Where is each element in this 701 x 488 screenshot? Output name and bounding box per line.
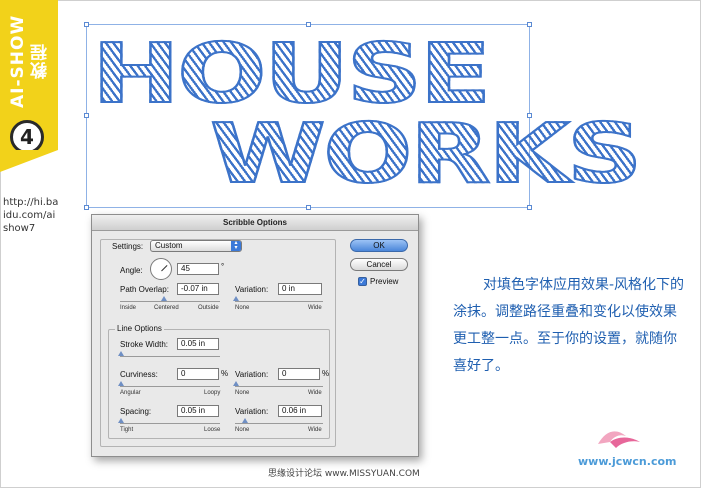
curviness-variation-input[interactable]: 0 — [278, 368, 320, 380]
lesson-number-badge: 4 — [10, 120, 44, 154]
spacing-variation-slider[interactable] — [235, 418, 323, 424]
artwork-text-line-1: HOUSE — [91, 27, 493, 122]
curviness-label: Curviness: — [120, 370, 158, 379]
slider-thumb[interactable] — [233, 296, 239, 301]
angle-dial[interactable] — [150, 258, 172, 280]
stroke-width-label: Stroke Width: — [120, 340, 169, 349]
curviness-unit: % — [221, 369, 229, 378]
angle-label: Angle: — [120, 266, 143, 275]
spacing-input[interactable]: 0.05 in — [177, 405, 219, 417]
cancel-button[interactable]: Cancel — [350, 258, 408, 271]
curviness-variation-label: Variation: — [235, 370, 269, 379]
slider-label-none: None — [235, 427, 250, 433]
settings-label: Settings: — [112, 242, 144, 251]
site-watermark: www.jcwcn.com — [578, 455, 677, 468]
slider-label-inside: Inside — [120, 305, 137, 311]
line-options-title: Line Options — [115, 324, 164, 333]
curviness-variation-slider[interactable] — [233, 381, 323, 387]
path-overlap-variation-label: Variation: — [235, 285, 269, 294]
scribble-options-dialog: Scribble Options Settings: Custom ▴ ▾ Ang… — [91, 214, 419, 457]
angle-unit: ° — [221, 262, 225, 271]
slider-label-wide: Wide — [308, 427, 322, 433]
spacing-variation-label: Variation: — [235, 407, 269, 416]
curviness-slider[interactable] — [118, 381, 220, 387]
path-overlap-slider[interactable] — [120, 296, 220, 302]
selection-handle[interactable] — [84, 22, 89, 27]
blog-url: http://hi.baidu.com/aishow7 — [3, 197, 59, 234]
path-overlap-label: Path Overlap: — [120, 285, 169, 294]
path-overlap-variation-slider[interactable] — [233, 296, 323, 302]
slider-label-centered: Centered — [154, 305, 179, 311]
selection-handle[interactable] — [527, 205, 532, 210]
slider-label-loose: Loose — [204, 427, 221, 433]
settings-select-value: Custom — [155, 241, 183, 250]
curviness-variation-unit: % — [322, 369, 330, 378]
slider-label-tight: Tight — [120, 427, 134, 433]
spacing-slider[interactable] — [118, 418, 220, 424]
preview-checkbox[interactable]: ✓ — [358, 277, 367, 286]
slider-thumb[interactable] — [233, 381, 239, 386]
slider-thumb[interactable] — [118, 418, 124, 423]
slider-label-outside: Outside — [198, 305, 219, 311]
slider-label-wide: Wide — [308, 390, 322, 396]
angle-input[interactable]: 45 — [177, 263, 219, 275]
dialog-title: Scribble Options — [92, 215, 418, 231]
artwork-canvas: HOUSE WORKS — [60, 16, 644, 216]
selection-handle[interactable] — [84, 113, 89, 118]
side-tab-title: AI-SHOW教程 — [8, 14, 51, 108]
preview-label: Preview — [370, 277, 399, 286]
ok-button[interactable]: OK — [350, 239, 408, 252]
selection-handle[interactable] — [84, 205, 89, 210]
artwork-text-line-2: WORKS — [209, 107, 644, 202]
bird-logo-icon — [598, 431, 640, 448]
slider-label-none: None — [235, 390, 250, 396]
select-arrows-icon: ▴ ▾ — [231, 240, 241, 251]
path-overlap-input[interactable]: -0.07 in — [177, 283, 219, 295]
tutorial-description: 对填色字体应用效果-风格化下的涂抹。调整路径重叠和变化以使效果更工整一点。至于你… — [453, 277, 685, 374]
selection-handle[interactable] — [527, 22, 532, 27]
slider-thumb[interactable] — [161, 296, 167, 301]
stroke-width-input[interactable]: 0.05 in — [177, 338, 219, 350]
slider-label-angular: Angular — [120, 390, 141, 396]
slider-label-wide: Wide — [308, 305, 322, 311]
slider-thumb[interactable] — [242, 418, 248, 423]
path-overlap-variation-input[interactable]: 0 in — [278, 283, 322, 295]
spacing-label: Spacing: — [120, 407, 152, 416]
selection-handle[interactable] — [306, 205, 311, 210]
slider-thumb[interactable] — [118, 381, 124, 386]
curviness-input[interactable]: 0 — [177, 368, 219, 380]
slider-thumb[interactable] — [118, 351, 124, 356]
footer-credit: 思缘设计论坛 www.MISSYUAN.COM — [268, 469, 420, 479]
slider-label-loopy: Loopy — [204, 390, 221, 396]
settings-select[interactable]: Custom ▴ ▾ — [150, 240, 242, 252]
spacing-variation-input[interactable]: 0.06 in — [278, 405, 322, 417]
slider-label-none: None — [235, 305, 250, 311]
side-tab: AI-SHOW教程 4 — [0, 0, 58, 172]
stroke-width-slider[interactable] — [118, 351, 220, 357]
